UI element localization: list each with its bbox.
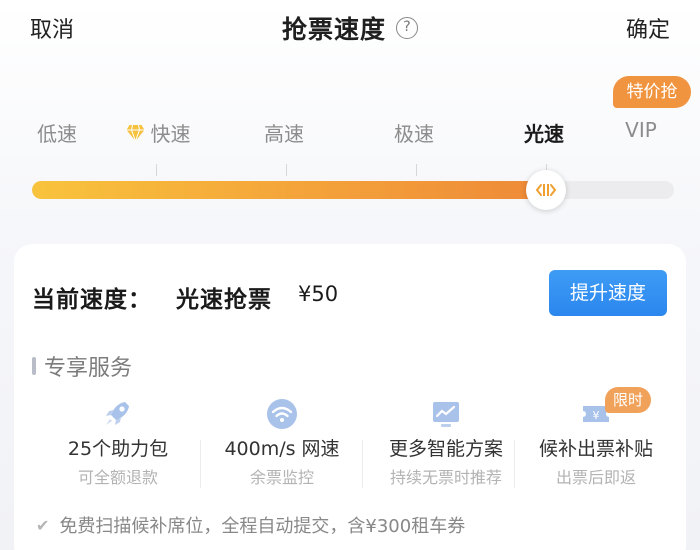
rocket-icon	[106, 402, 129, 425]
footer-note-text: 免费扫描候补席位，全程自动提交，含¥300租车券	[59, 516, 466, 537]
tier-high[interactable]: 高速	[264, 118, 304, 147]
speed-slider-track[interactable]	[32, 181, 674, 199]
service-item-smart-plan: 更多智能方案 持续无票时推荐	[362, 396, 530, 496]
page-title: 抢票速度	[281, 15, 386, 44]
slider-tick	[416, 164, 417, 176]
help-icon[interactable]: ?	[396, 17, 418, 39]
services-section-title: 专享服务	[32, 350, 132, 382]
check-icon: ✔	[36, 515, 50, 535]
service-title: 25个助力包	[67, 438, 169, 460]
tier-label: 高速	[264, 122, 304, 146]
limited-time-badge: 限时	[605, 387, 651, 413]
slider-tick	[156, 164, 157, 176]
speed-slider-handle[interactable]	[525, 170, 566, 210]
wifi-icon	[267, 399, 297, 429]
tier-label: VIP	[625, 118, 657, 142]
service-subtitle: 出票后即返	[555, 468, 636, 487]
confirm-button[interactable]: 确定	[626, 12, 670, 44]
service-item-boost-pack: 25个助力包 可全额退款	[34, 396, 202, 496]
speed-slider-fill	[32, 181, 546, 199]
slider-tick	[286, 164, 287, 176]
service-title: 更多智能方案	[388, 438, 503, 460]
service-title: 候补出票补贴	[538, 438, 653, 460]
section-title-text: 专享服务	[44, 356, 133, 381]
upgrade-speed-button[interactable]: 提升速度	[549, 270, 667, 316]
current-speed-value: 光速抢票	[176, 287, 272, 313]
svg-text:¥: ¥	[593, 409, 600, 422]
diamond-icon	[126, 124, 145, 142]
tier-low[interactable]: 低速	[37, 118, 77, 147]
promo-badge: 特价抢	[613, 76, 691, 108]
tier-extreme[interactable]: 极速	[394, 118, 434, 147]
speed-tier-list: 低速 快速 高速 极速 光速 VIP	[0, 118, 700, 154]
current-price: ¥50	[298, 282, 339, 306]
services-list: 25个助力包 可全额退款 400m/s 网速 余票监控 更多智能方案 持续无票时…	[14, 396, 686, 496]
speed-detail-card: 当前速度： 光速抢票 ¥50 提升速度 专享服务 25个助力包 可全额退款 40…	[14, 244, 686, 550]
footer-note: ✔ 免费扫描候补席位，全程自动提交，含¥300租车券	[36, 512, 465, 538]
tier-label: 快速	[150, 122, 191, 146]
tier-fast[interactable]: 快速	[126, 118, 191, 147]
header-bar: 取消 抢票速度 ? 确定	[0, 0, 700, 56]
section-bar	[32, 357, 36, 375]
service-subtitle: 持续无票时推荐	[389, 468, 502, 487]
service-subtitle: 可全额退款	[77, 468, 158, 487]
tier-vip[interactable]: VIP	[625, 118, 657, 142]
chart-icon	[433, 402, 459, 427]
service-title: 400m/s 网速	[224, 438, 340, 460]
service-item-network: 400m/s 网速 余票监控	[198, 396, 366, 496]
service-subtitle: 余票监控	[249, 468, 314, 487]
slider-ticks	[0, 164, 700, 178]
title-group: 抢票速度 ?	[0, 10, 700, 46]
tier-light[interactable]: 光速	[524, 118, 564, 147]
tier-label: 光速	[524, 122, 564, 146]
current-speed-label: 当前速度：	[32, 287, 152, 313]
service-item-subsidy: ¥ 候补出票补贴 出票后即返	[512, 396, 680, 496]
tier-label: 低速	[37, 122, 77, 146]
drag-handle-icon	[535, 184, 556, 196]
tier-label: 极速	[394, 122, 434, 146]
